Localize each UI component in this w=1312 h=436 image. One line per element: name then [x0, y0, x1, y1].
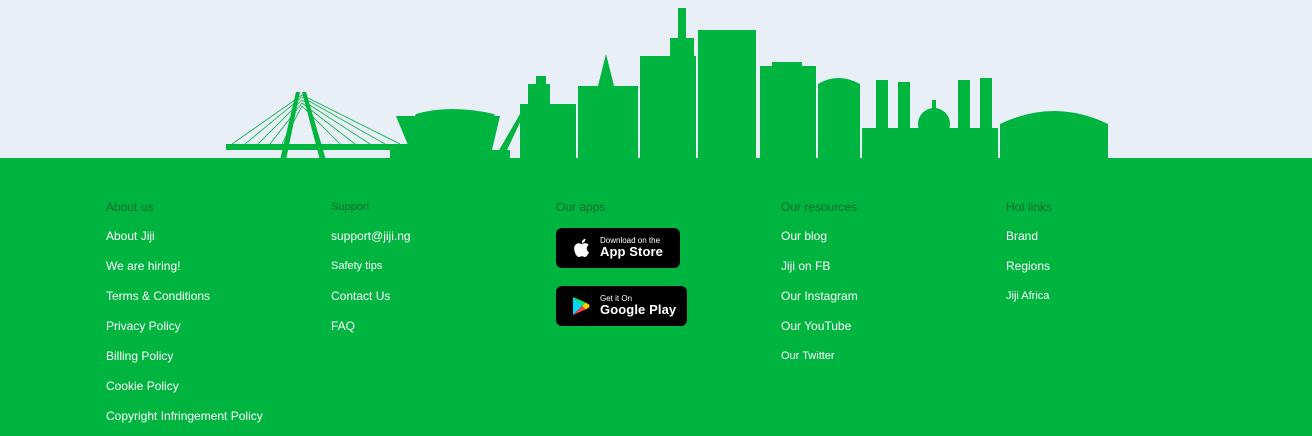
support-heading: Support	[331, 201, 370, 213]
footer-column-resources: Our resources Our blog Jiji on FB Our In…	[781, 198, 858, 377]
we-are-hiring-link[interactable]: We are hiring!	[106, 257, 263, 287]
our-instagram-link[interactable]: Our Instagram	[781, 287, 858, 317]
safety-tips-link[interactable]: Safety tips	[331, 257, 411, 287]
support-email-link[interactable]: support@jiji.ng	[331, 227, 411, 257]
google-play-button[interactable]: Get it On Google Play	[556, 286, 687, 326]
footer-column-about: About us About Jiji We are hiring! Terms…	[106, 198, 263, 436]
privacy-policy-link[interactable]: Privacy Policy	[106, 317, 263, 347]
footer-column-hotlinks: Hot links Brand Regions Jiji Africa	[1006, 198, 1052, 317]
billing-policy-link[interactable]: Billing Policy	[106, 347, 263, 377]
apple-icon	[570, 237, 592, 259]
apps-heading: Our apps	[556, 200, 606, 214]
google-play-icon	[570, 295, 592, 317]
contact-us-link[interactable]: Contact Us	[331, 287, 411, 317]
about-heading: About us	[106, 200, 154, 214]
resources-heading: Our resources	[781, 200, 858, 214]
footer-column-apps: Our apps	[556, 198, 605, 227]
cookie-policy-link[interactable]: Cookie Policy	[106, 377, 263, 407]
site-footer: About us About Jiji We are hiring! Terms…	[0, 158, 1312, 436]
app-store-button[interactable]: Download on the App Store	[556, 228, 680, 268]
faq-link[interactable]: FAQ	[331, 317, 411, 347]
our-blog-link[interactable]: Our blog	[781, 227, 858, 257]
about-jiji-link[interactable]: About Jiji	[106, 227, 263, 257]
city-skyline-illustration	[226, 8, 1108, 160]
copyright-policy-link[interactable]: Copyright Infringement Policy	[106, 407, 263, 436]
google-play-big-text: Google Play	[600, 302, 677, 318]
jiji-on-fb-link[interactable]: Jiji on FB	[781, 257, 858, 287]
jiji-africa-link[interactable]: Jiji Africa	[1006, 287, 1052, 317]
terms-link[interactable]: Terms & Conditions	[106, 287, 263, 317]
hotlinks-heading: Hot links	[1006, 200, 1053, 214]
brand-link[interactable]: Brand	[1006, 227, 1052, 257]
regions-link[interactable]: Regions	[1006, 257, 1052, 287]
app-store-big-text: App Store	[600, 244, 664, 260]
footer-column-support: Support support@jiji.ng Safety tips Cont…	[331, 198, 411, 347]
our-twitter-link[interactable]: Our Twitter	[781, 347, 858, 377]
our-youtube-link[interactable]: Our YouTube	[781, 317, 858, 347]
